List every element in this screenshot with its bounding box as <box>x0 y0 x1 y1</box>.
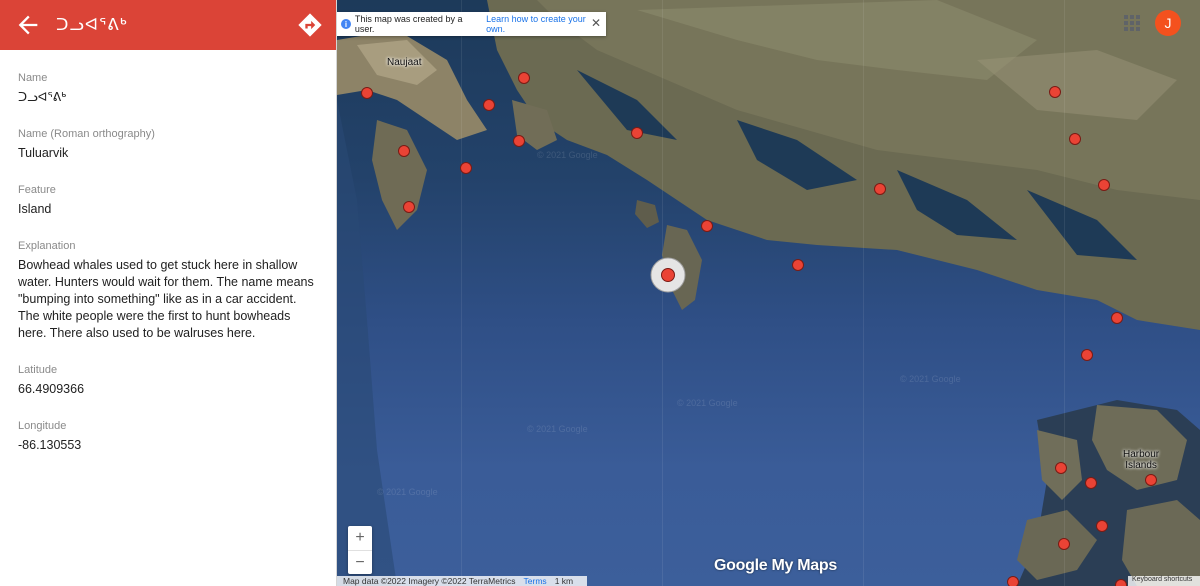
logo-google: Google <box>714 557 768 574</box>
map-marker <box>1058 538 1070 550</box>
arrow-left-icon[interactable] <box>14 11 42 39</box>
zoom-in-button[interactable]: + <box>348 526 372 550</box>
close-icon[interactable]: ✕ <box>591 16 601 30</box>
marker-layer <box>361 72 1157 586</box>
field-label: Longitude <box>18 420 67 432</box>
avatar[interactable]: J <box>1155 10 1181 36</box>
zoom-out-button[interactable]: − <box>348 551 372 575</box>
apps-grid-icon[interactable] <box>1124 15 1140 31</box>
field-label: Name <box>18 72 48 84</box>
field-longitude: Longitude -86.130553 <box>18 420 318 454</box>
field-label: Feature <box>18 184 56 196</box>
field-value: Tuluarvik <box>18 146 69 160</box>
map-canvas[interactable]: © 2021 Google © 2021 Google © 2021 Googl… <box>337 0 1200 586</box>
map-marker <box>1069 133 1081 145</box>
map-marker <box>1098 179 1110 191</box>
field-value: Island <box>18 202 52 216</box>
field-latitude: Latitude 66.4909366 <box>18 364 318 398</box>
field-value: ᑐᓗᐊᕐᕕᒃ <box>18 90 67 104</box>
map-marker <box>403 201 415 213</box>
map-marker <box>1111 312 1123 324</box>
feature-details-panel: ᑐᓗᐊᕐᕕᒃ Name ᑐᓗᐊᕐᕕᒃ Name (Roman orthograp… <box>0 0 337 586</box>
scale-bar: 1 km <box>554 576 574 586</box>
field-roman-name: Name (Roman orthography) Tuluarvik <box>18 128 318 162</box>
banner-text: This map was created by a user. <box>354 14 463 34</box>
attribution-text: Map data ©2022 Imagery ©2022 TerraMetric… <box>343 576 516 586</box>
directions-icon[interactable] <box>296 11 324 39</box>
map-marker <box>874 183 886 195</box>
terms-link[interactable]: Terms <box>524 576 547 586</box>
map-marker <box>361 87 373 99</box>
map-marker <box>513 135 525 147</box>
field-value: 66.4909366 <box>18 382 85 396</box>
map-marker <box>1085 477 1097 489</box>
google-my-maps-logo: Google My Maps <box>714 557 837 575</box>
map-marker <box>1096 520 1108 532</box>
map-marker <box>1049 86 1061 98</box>
info-icon: i <box>341 19 351 29</box>
field-value: -86.130553 <box>18 438 82 452</box>
field-explanation: Explanation Bowhead whales used to get s… <box>18 240 318 342</box>
map-marker <box>1007 576 1019 586</box>
learn-more-link[interactable]: Learn how to create your own. <box>486 14 606 34</box>
map-marker <box>398 145 410 157</box>
map-attribution: Map data ©2022 Imagery ©2022 TerraMetric… <box>337 576 588 586</box>
field-list: Name ᑐᓗᐊᕐᕕᒃ Name (Roman orthography) Tul… <box>0 50 336 454</box>
logo-my-maps: My Maps <box>767 557 837 574</box>
field-label: Explanation <box>18 240 76 252</box>
map-marker <box>792 259 804 271</box>
map-marker <box>1115 579 1127 586</box>
field-label: Latitude <box>18 364 58 376</box>
selected-marker <box>661 268 675 282</box>
zoom-control: + − <box>348 526 372 574</box>
user-map-banner: i This map was created by a user. Learn … <box>337 12 606 36</box>
keyboard-shortcuts-link[interactable]: Keyboard shortcuts <box>1128 576 1200 586</box>
field-feature: Feature Island <box>18 184 318 218</box>
panel-header: ᑐᓗᐊᕐᕕᒃ <box>0 0 336 50</box>
map-marker <box>1055 462 1067 474</box>
map-marker <box>460 162 472 174</box>
field-name: Name ᑐᓗᐊᕐᕕᒃ <box>18 72 318 106</box>
map-marker <box>1081 349 1093 361</box>
map-marker <box>701 220 713 232</box>
field-label: Name (Roman orthography) <box>18 128 155 140</box>
map-marker <box>518 72 530 84</box>
map-marker <box>631 127 643 139</box>
map-marker <box>1145 474 1157 486</box>
field-value: Bowhead whales used to get stuck here in… <box>18 258 314 340</box>
feature-title: ᑐᓗᐊᕐᕕᒃ <box>56 15 128 34</box>
map-marker <box>483 99 495 111</box>
